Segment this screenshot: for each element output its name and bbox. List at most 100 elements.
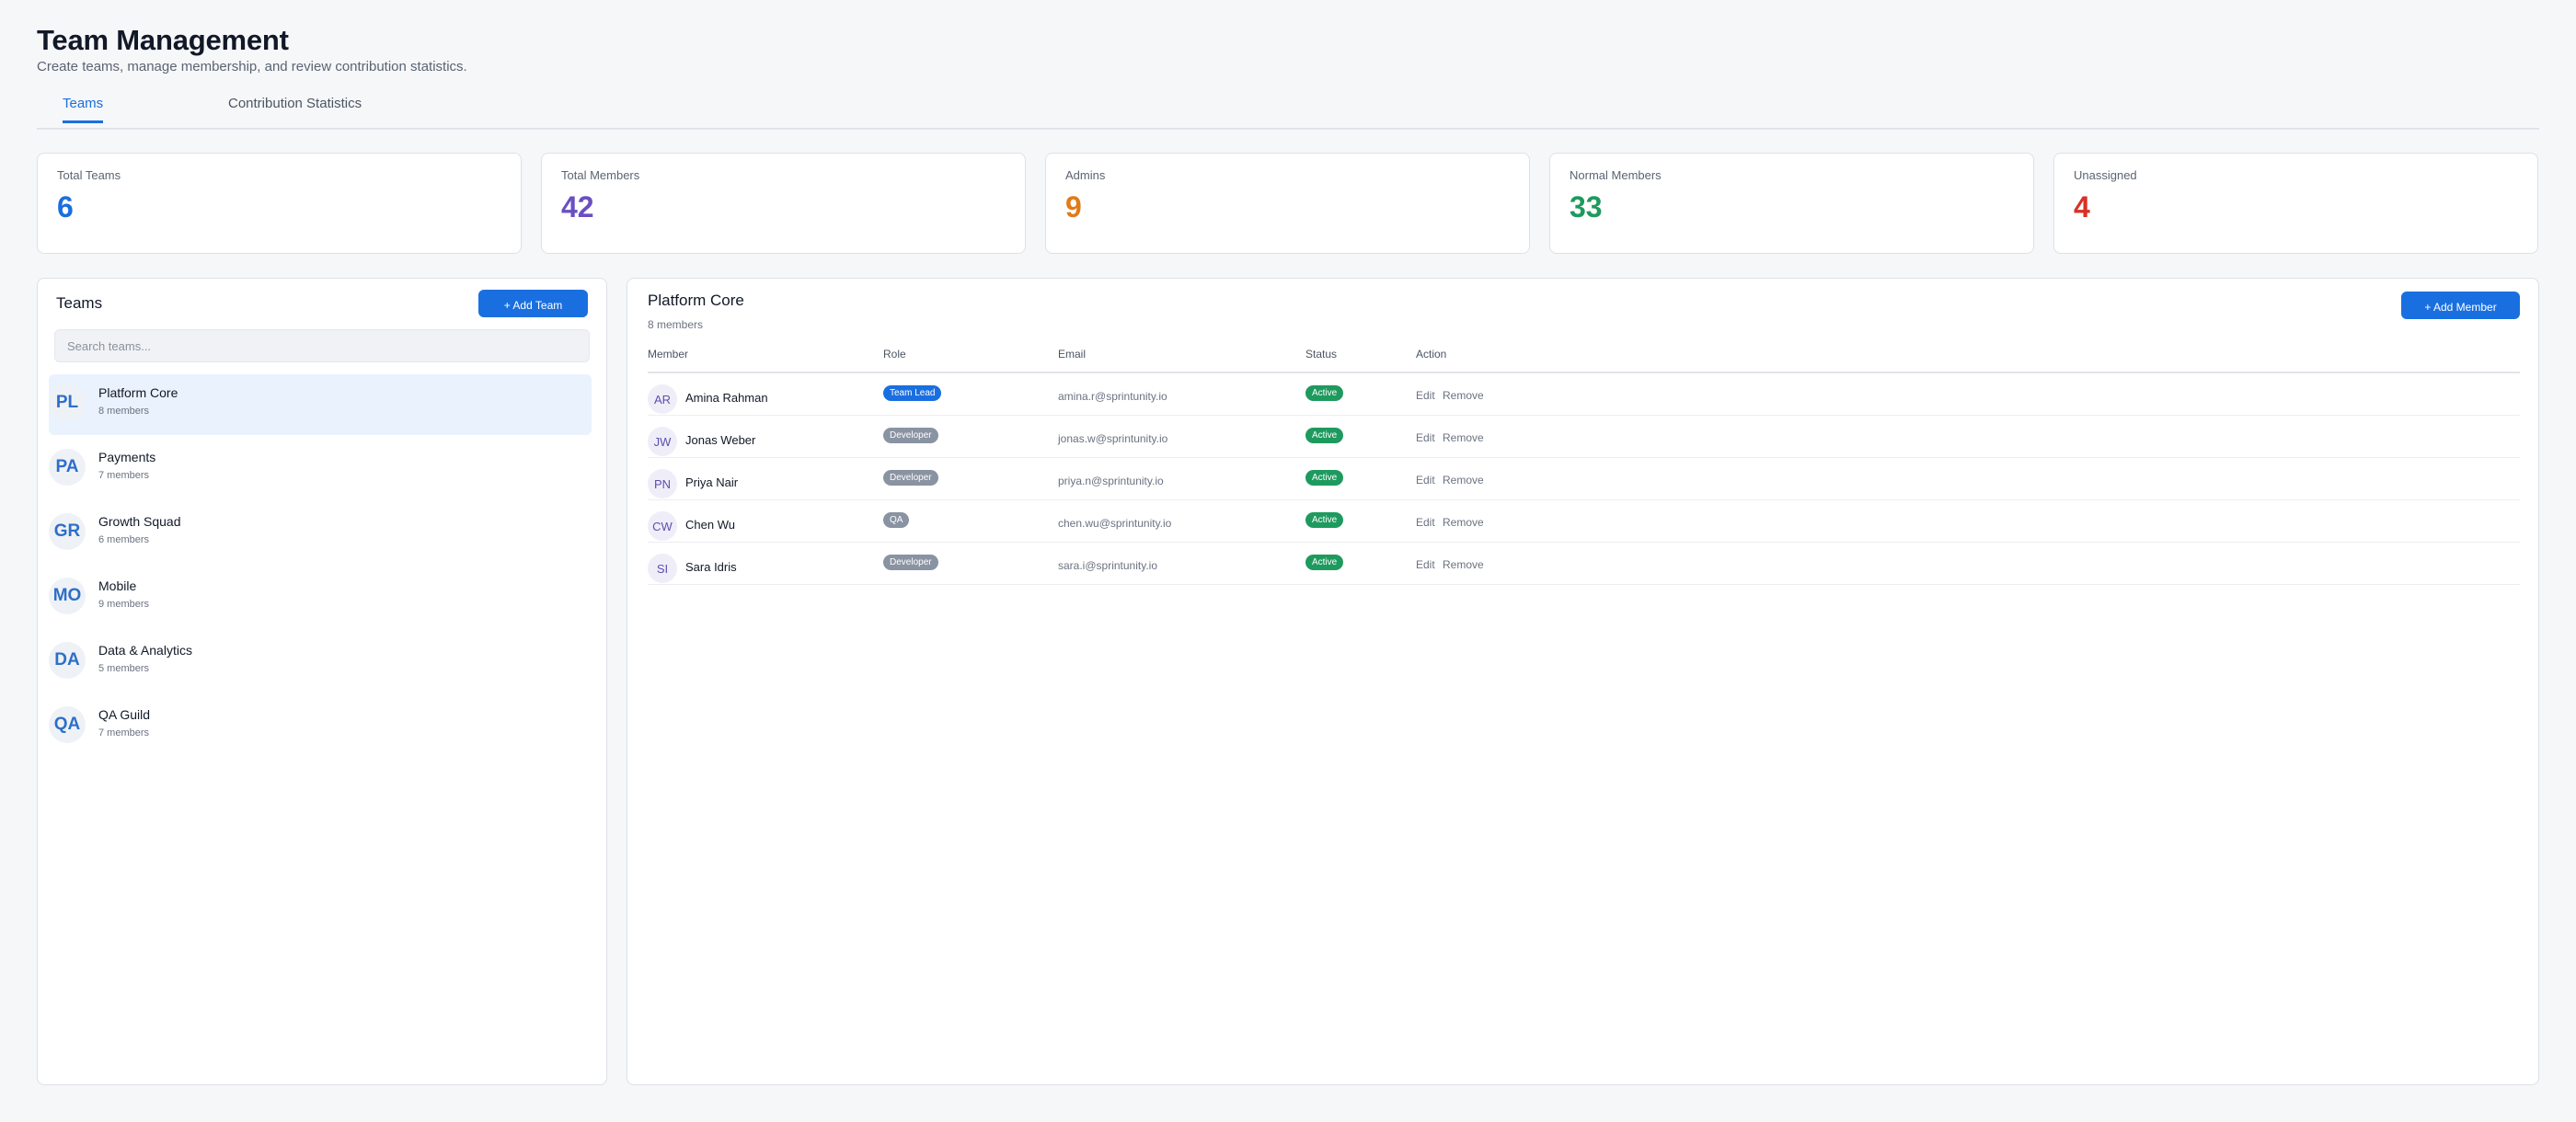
team-avatar: PA <box>49 449 86 486</box>
selected-team-title: Platform Core <box>648 292 744 309</box>
team-name: Payments <box>98 450 156 464</box>
member-email: chen.wu@sprintunity.io <box>1058 517 1172 530</box>
status-badge: Active <box>1305 428 1344 443</box>
page-title: Team Management <box>37 24 289 56</box>
table-row: AR Amina Rahman Team Lead amina.r@sprint… <box>648 373 2520 416</box>
table-row: CW Chen Wu QA chen.wu@sprintunity.io Act… <box>648 500 2520 543</box>
member-name: Sara Idris <box>685 560 737 574</box>
team-item-qa-guild[interactable]: QA QA Guild 7 members <box>49 696 592 757</box>
edit-link[interactable]: Edit <box>1416 474 1435 487</box>
role-badge: Developer <box>883 470 938 486</box>
status-badge: Active <box>1305 512 1344 528</box>
tab-teams[interactable]: Teams <box>63 96 104 123</box>
stat-value: 9 <box>1065 190 1082 223</box>
member-name: Chen Wu <box>685 518 735 532</box>
member-email: jonas.w@sprintunity.io <box>1058 432 1168 445</box>
stat-value: 4 <box>2074 190 2090 223</box>
team-member-count: 7 members <box>98 727 150 738</box>
stat-label: Total Members <box>561 168 640 182</box>
add-team-button[interactable]: + Add Team <box>478 290 588 317</box>
role-badge: Developer <box>883 555 938 570</box>
column-header-status: Status <box>1305 348 1338 361</box>
status-badge: Active <box>1305 555 1344 570</box>
status-badge: Active <box>1305 385 1344 401</box>
team-avatar: QA <box>49 706 86 743</box>
remove-link[interactable]: Remove <box>1443 474 1484 487</box>
role-badge: QA <box>883 512 910 528</box>
team-member-count: 9 members <box>98 599 150 610</box>
team-management-page: Team Management Create teams, manage mem… <box>37 0 2539 1122</box>
member-email: amina.r@sprintunity.io <box>1058 390 1167 403</box>
page-subtitle: Create teams, manage membership, and rev… <box>37 59 467 74</box>
avatar: PN <box>648 469 677 498</box>
column-header-action: Action <box>1416 348 1447 361</box>
table-header: Member Role Email Status Action <box>648 343 2520 373</box>
team-member-count: 8 members <box>98 406 150 417</box>
teams-panel: Teams + Add Team PL Platform Core 8 memb… <box>37 278 607 1085</box>
remove-link[interactable]: Remove <box>1443 389 1484 402</box>
member-name: Amina Rahman <box>685 391 768 405</box>
selected-team-member-count: 8 members <box>648 318 704 331</box>
team-name: Data & Analytics <box>98 643 192 658</box>
avatar: AR <box>648 384 677 414</box>
team-avatar: GR <box>49 513 86 550</box>
table-row: SI Sara Idris Developer sara.i@sprintuni… <box>648 543 2520 585</box>
status-badge: Active <box>1305 470 1344 486</box>
table-row: JW Jonas Weber Developer jonas.w@sprintu… <box>648 416 2520 458</box>
member-email: priya.n@sprintunity.io <box>1058 475 1164 487</box>
team-members-panel: Platform Core 8 members + Add Member Mem… <box>627 278 2539 1085</box>
team-name: Growth Squad <box>98 514 181 529</box>
column-header-member: Member <box>648 348 689 361</box>
member-email: sara.i@sprintunity.io <box>1058 559 1157 572</box>
stat-label: Total Teams <box>57 168 121 182</box>
team-avatar: PL <box>49 384 86 421</box>
table-row: PN Priya Nair Developer priya.n@sprintun… <box>648 458 2520 500</box>
edit-link[interactable]: Edit <box>1416 558 1435 571</box>
remove-link[interactable]: Remove <box>1443 516 1484 529</box>
avatar: JW <box>648 427 677 456</box>
avatar: CW <box>648 511 677 541</box>
stat-value: 42 <box>561 190 594 223</box>
remove-link[interactable]: Remove <box>1443 431 1484 444</box>
stat-card-normal-members: Normal Members 33 <box>1549 153 2034 254</box>
team-name: Platform Core <box>98 385 178 400</box>
members-table: Member Role Email Status Action AR Amina… <box>648 343 2520 585</box>
team-name: Mobile <box>98 578 137 593</box>
stat-card-total-teams: Total Teams 6 <box>37 153 522 254</box>
edit-link[interactable]: Edit <box>1416 389 1435 402</box>
team-member-count: 7 members <box>98 470 150 481</box>
avatar: SI <box>648 554 677 583</box>
member-name: Priya Nair <box>685 475 739 489</box>
team-avatar: DA <box>49 642 86 679</box>
column-header-email: Email <box>1058 348 1087 361</box>
role-badge: Developer <box>883 428 938 443</box>
team-list: PL Platform Core 8 members PA Payments 7… <box>49 374 597 761</box>
stat-card-total-members: Total Members 42 <box>541 153 1026 254</box>
teams-panel-title: Teams <box>56 294 103 312</box>
tab-contribution-statistics[interactable]: Contribution Statistics <box>228 96 362 120</box>
stat-value: 6 <box>57 190 74 223</box>
stat-card-unassigned: Unassigned 4 <box>2053 153 2538 254</box>
stat-label: Admins <box>1065 168 1106 182</box>
member-name: Jonas Weber <box>685 433 756 447</box>
add-member-button[interactable]: + Add Member <box>2401 292 2520 319</box>
team-item-growth-squad[interactable]: GR Growth Squad 6 members <box>49 503 592 564</box>
team-item-data-analytics[interactable]: DA Data & Analytics 5 members <box>49 632 592 693</box>
team-item-payments[interactable]: PA Payments 7 members <box>49 439 592 499</box>
tab-bar: Teams Contribution Statistics <box>37 92 2539 130</box>
edit-link[interactable]: Edit <box>1416 516 1435 529</box>
team-member-count: 6 members <box>98 534 150 545</box>
stat-card-admins: Admins 9 <box>1045 153 1530 254</box>
stat-label: Unassigned <box>2074 168 2137 182</box>
stat-label: Normal Members <box>1570 168 1662 182</box>
team-avatar: MO <box>49 578 86 614</box>
role-badge: Team Lead <box>883 385 942 401</box>
edit-link[interactable]: Edit <box>1416 431 1435 444</box>
remove-link[interactable]: Remove <box>1443 558 1484 571</box>
team-member-count: 5 members <box>98 663 150 674</box>
column-header-role: Role <box>883 348 906 361</box>
team-name: QA Guild <box>98 707 151 722</box>
team-item-platform-core[interactable]: PL Platform Core 8 members <box>49 374 592 435</box>
team-search-input[interactable] <box>54 329 590 362</box>
team-item-mobile[interactable]: MO Mobile 9 members <box>49 567 592 628</box>
